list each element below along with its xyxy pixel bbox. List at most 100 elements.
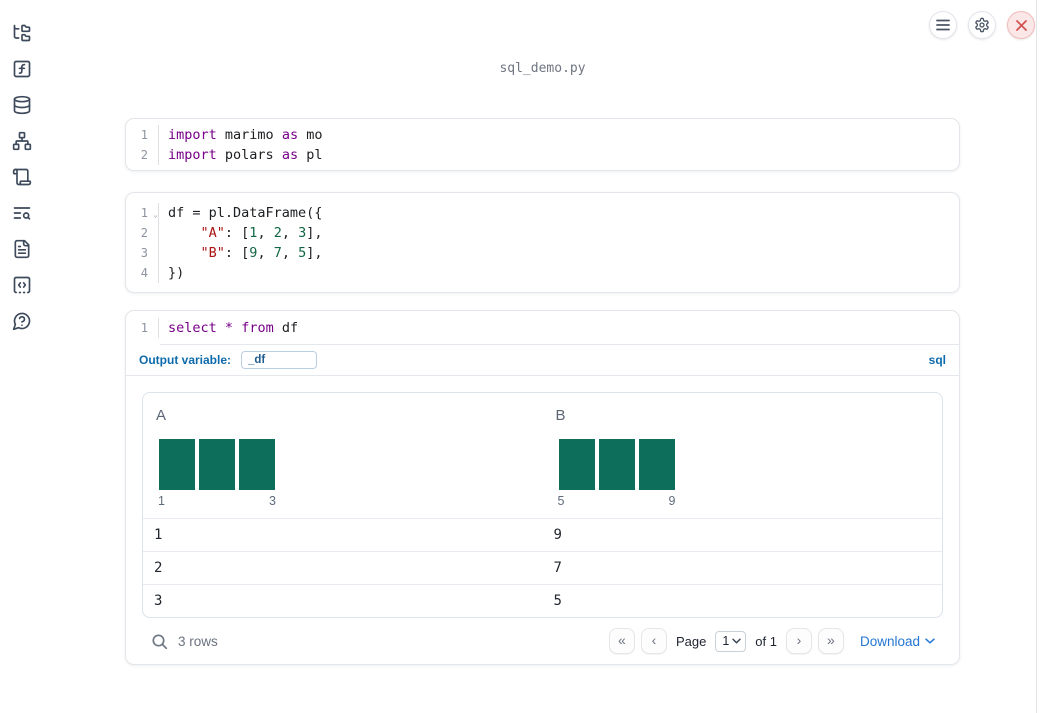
- pagination: « ‹ Page 1 of 1 › » Download: [608, 628, 935, 654]
- sidebar-item-documentation[interactable]: [12, 239, 32, 259]
- chevron-down-icon: [732, 638, 741, 644]
- sidebar-item-dependency-graph[interactable]: [12, 131, 32, 151]
- scrollbar-track[interactable]: [1036, 0, 1037, 713]
- code-line[interactable]: 1 select * from df: [126, 318, 959, 338]
- line-number: 1: [126, 125, 159, 145]
- code-text: import polars as pl: [168, 147, 323, 163]
- sidebar-item-scratchpad-search[interactable]: [12, 203, 32, 223]
- settings-button[interactable]: [968, 11, 996, 39]
- sql-language-badge[interactable]: sql: [929, 353, 946, 367]
- sql-output-area: A 1 3 B 5 9 1 9 2 7 3 5 3 rows « ‹ Page …: [126, 376, 959, 664]
- code-text: select * from df: [168, 320, 299, 336]
- histogram-bar[interactable]: [159, 439, 195, 490]
- folder-tree-icon: [13, 24, 31, 42]
- text-search-icon: [13, 207, 31, 220]
- column-header[interactable]: B: [556, 407, 943, 424]
- histogram-bar[interactable]: [239, 439, 275, 490]
- page-select-value: 1: [722, 634, 730, 648]
- sidebar-item-variables[interactable]: [12, 59, 32, 79]
- sidebar-item-help[interactable]: [12, 311, 32, 331]
- code-text: }): [168, 265, 185, 281]
- first-page-button[interactable]: «: [608, 628, 635, 654]
- column-header[interactable]: A: [156, 407, 543, 424]
- code-line[interactable]: 1 import marimo as mo: [126, 125, 959, 145]
- histogram-b[interactable]: [558, 439, 675, 490]
- line-number: 1: [126, 318, 159, 338]
- table-cell: 3: [154, 593, 163, 609]
- scroll-icon: [12, 168, 32, 186]
- data-table: A 1 3 B 5 9 1 9 2 7 3 5: [142, 392, 943, 618]
- histogram-bar[interactable]: [558, 439, 595, 490]
- close-icon: [1015, 19, 1027, 31]
- sidebar-item-datasources[interactable]: [12, 95, 32, 115]
- download-button[interactable]: Download: [860, 634, 935, 649]
- hist-min-label: 1: [158, 494, 165, 508]
- table-footer: 3 rows « ‹ Page 1 of 1 › » Download: [142, 618, 943, 664]
- help-bubble-icon: [12, 312, 31, 331]
- page-select[interactable]: 1: [715, 630, 747, 652]
- line-number: 2: [126, 145, 159, 165]
- download-label: Download: [859, 633, 920, 649]
- output-variable-input[interactable]: [241, 351, 318, 369]
- code-line[interactable]: 3 "B": [9, 7, 5],: [126, 243, 959, 263]
- sidebar-item-file-explorer[interactable]: [12, 23, 32, 43]
- table-row[interactable]: 2 7: [143, 551, 942, 584]
- table-cell: 5: [553, 593, 562, 609]
- next-page-button[interactable]: ›: [785, 628, 812, 654]
- hist-max-label: 9: [668, 494, 676, 508]
- table-header-row: A 1 3 B 5 9: [143, 393, 942, 518]
- hist-max-label: 3: [269, 494, 276, 508]
- code-cell-dataframe[interactable]: 1 ⌄ df = pl.DataFrame({2 "A": [1, 2, 3], 3 …: [125, 192, 960, 293]
- table-cell: 7: [553, 560, 562, 576]
- column-summary-b: B 5 9: [543, 393, 943, 518]
- network-icon: [12, 131, 32, 151]
- shutdown-button[interactable]: [1007, 11, 1035, 39]
- notebook-title: sql_demo.py: [499, 61, 586, 76]
- histogram-axis-labels: 1 3: [156, 494, 278, 508]
- code-box-icon: [13, 276, 31, 294]
- database-icon: [13, 95, 31, 115]
- code-line[interactable]: 4}): [126, 263, 959, 283]
- code-editor[interactable]: 1 import marimo as mo 2 import polars as pl: [126, 125, 959, 165]
- sidebar-item-logs[interactable]: [12, 167, 32, 187]
- fold-chevron-icon[interactable]: ⌄: [153, 205, 158, 225]
- sidebar-item-snippets[interactable]: [12, 275, 32, 295]
- line-number: 1 ⌄: [126, 203, 159, 223]
- line-number: 3: [126, 243, 159, 263]
- sidebar: [0, 0, 44, 331]
- sql-editor[interactable]: 1 select * from df: [126, 311, 959, 344]
- table-cell: 1: [154, 527, 163, 543]
- code-line[interactable]: 2 "A": [1, 2, 3],: [126, 223, 959, 243]
- table-row[interactable]: 3 5: [143, 584, 942, 617]
- code-line[interactable]: 1 ⌄ df = pl.DataFrame({: [126, 203, 959, 223]
- gear-icon: [975, 17, 989, 33]
- hist-min-label: 5: [557, 494, 565, 508]
- last-page-button[interactable]: »: [817, 628, 844, 654]
- column-summary-a: A 1 3: [143, 393, 543, 518]
- histogram-bar[interactable]: [598, 439, 635, 490]
- code-cell-imports[interactable]: 1 import marimo as mo 2 import polars as pl: [125, 118, 960, 171]
- line-number: 2: [126, 223, 159, 243]
- line-number: 4: [126, 263, 159, 283]
- prev-page-button[interactable]: ‹: [640, 628, 667, 654]
- histogram-bar[interactable]: [638, 439, 675, 490]
- search-button[interactable]: [151, 633, 168, 650]
- histogram-bar[interactable]: [199, 439, 235, 490]
- code-text: import marimo as mo: [168, 127, 323, 143]
- output-variable-label: Output variable:: [139, 353, 232, 367]
- code-line[interactable]: 2 import polars as pl: [126, 145, 959, 165]
- chevron-down-icon: [925, 638, 935, 644]
- histogram-a[interactable]: [159, 439, 275, 490]
- table-row[interactable]: 1 9: [143, 518, 942, 551]
- notebook: sql_demo.py 1 import marimo as mo 2 import …: [125, 0, 960, 713]
- output-variable-row: Output variable: sql: [126, 345, 959, 376]
- sql-cell[interactable]: 1 select * from df Output variable: sql A…: [125, 310, 960, 665]
- row-count: 3 rows: [178, 633, 218, 649]
- search-icon: [152, 633, 168, 649]
- table-cell: 2: [154, 560, 163, 576]
- page-label: Page: [675, 633, 707, 649]
- function-square-icon: [13, 60, 31, 78]
- file-text-icon: [14, 239, 30, 259]
- histogram-axis-labels: 5 9: [556, 494, 678, 508]
- code-editor[interactable]: 1 ⌄ df = pl.DataFrame({2 "A": [1, 2, 3], 3 …: [126, 203, 959, 283]
